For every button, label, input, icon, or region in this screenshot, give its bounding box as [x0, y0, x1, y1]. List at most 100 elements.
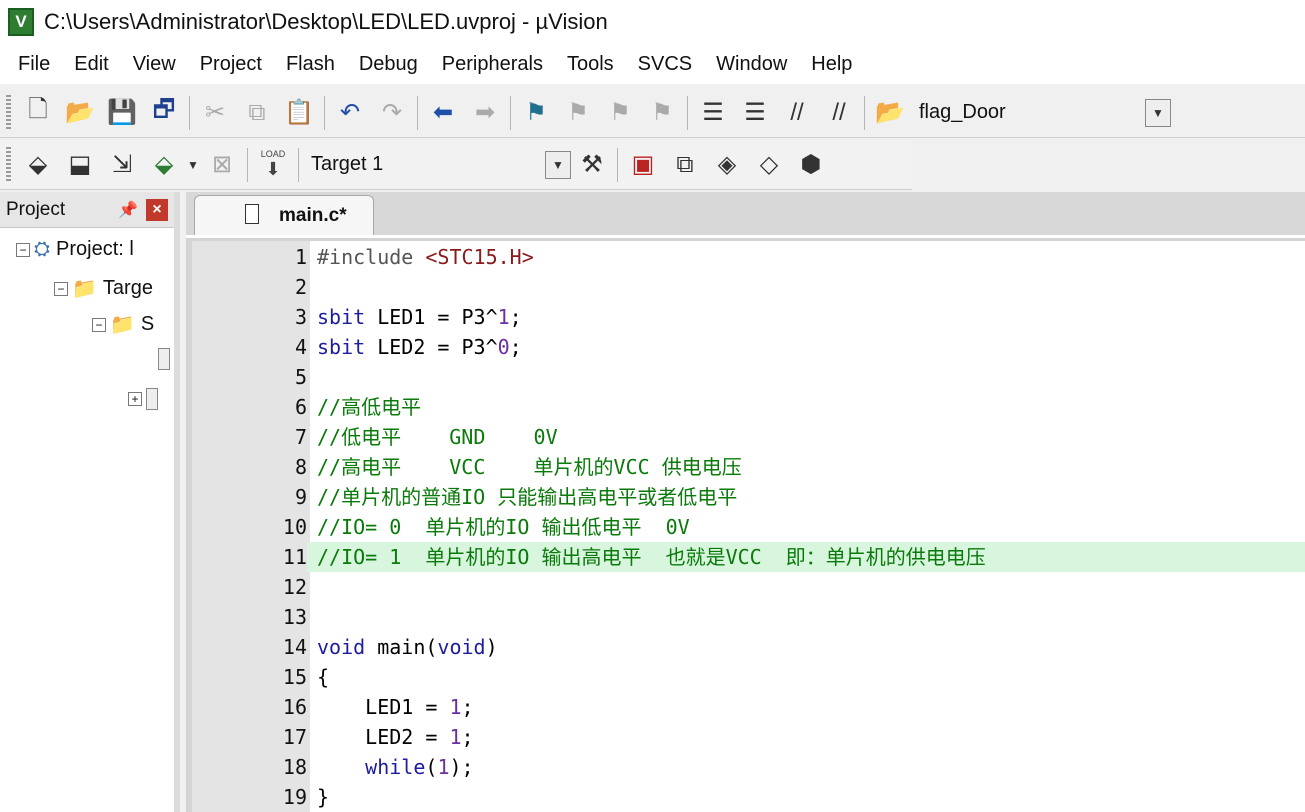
find-combo-dropdown-icon[interactable]: ▼ [1145, 98, 1171, 127]
line-number: 11 [192, 542, 307, 572]
redo-icon[interactable]: ↷ [371, 92, 413, 134]
code-line[interactable]: 6 //高低电平 [192, 392, 1305, 422]
cut-icon[interactable]: ✂ [194, 92, 236, 134]
pack-installer-icon[interactable]: ◇ [748, 144, 790, 186]
run-time-environment-icon[interactable]: ⬢ [790, 144, 832, 186]
toolbar-separator [247, 147, 248, 182]
toolbar-grip[interactable] [6, 146, 11, 183]
manage-components-icon[interactable]: ⧉ [664, 144, 706, 186]
code-line[interactable]: 7 //低电平 GND 0V [192, 422, 1305, 452]
next-bookmark-icon[interactable]: ⚑ [599, 92, 641, 134]
tree-project-root[interactable]: − ⛭ Project: l [16, 238, 134, 261]
undo-icon[interactable]: ↶ [329, 92, 371, 134]
code-text: //高电平 VCC 单片机的VCC 供电电压 [317, 452, 742, 482]
menu-svcs[interactable]: SVCS [626, 53, 704, 76]
pin-icon[interactable]: 📌 [118, 200, 138, 220]
find-in-files-icon[interactable]: 📂 [869, 92, 911, 134]
code-editor[interactable]: 1 #include <STC15.H> 2 3 sbit LED1 = P3^1; 4 s… [192, 241, 1305, 812]
target-dropdown-icon[interactable]: ▼ [545, 150, 571, 179]
collapse-icon[interactable]: − [92, 317, 106, 332]
batch-build-icon[interactable]: ⬙ [143, 144, 185, 186]
tree-target[interactable]: − 📁 Targe [54, 276, 153, 301]
tree-file-2[interactable]: + [128, 388, 158, 410]
code-line[interactable]: 5 [192, 362, 1305, 392]
code-line[interactable]: 10 //IO= 0 单片机的IO 输出低电平 0V [192, 512, 1305, 542]
menu-project[interactable]: Project [188, 53, 274, 76]
build-toolbar: ⬙ ⬓ ⇲ ⬙ ▼ ⊠ LOAD ⬇ Target 1 ▼ ⚒ ▣ ⧉ ◈ ◇ ⬢ [0, 140, 912, 190]
menu-file[interactable]: File [6, 53, 62, 76]
code-line[interactable]: 11 //IO= 1 单片机的IO 输出高电平 也就是VCC 即：单片机的供电电压 [192, 542, 1305, 572]
menu-tools[interactable]: Tools [555, 53, 626, 76]
code-line[interactable]: 19} [192, 782, 1305, 812]
code-token: 0 [497, 335, 510, 359]
find-combo-value[interactable]: flag_Door [919, 101, 1145, 124]
menu-window[interactable]: Window [704, 53, 799, 76]
tree-label: S [140, 313, 155, 335]
code-text: //IO= 1 单片机的IO 输出高电平 也就是VCC 即：单片机的供电电压 [317, 542, 986, 572]
menu-view[interactable]: View [121, 53, 188, 76]
code-line[interactable]: 14 void main(void) [192, 632, 1305, 662]
menu-edit[interactable]: Edit [62, 53, 120, 76]
prev-bookmark-icon[interactable]: ⚑ [557, 92, 599, 134]
clear-bookmarks-icon[interactable]: ⚑ [641, 92, 683, 134]
code-line[interactable]: 12 [192, 572, 1305, 602]
collapse-icon[interactable]: − [54, 281, 68, 296]
line-number: 2 [192, 272, 307, 302]
paste-icon[interactable]: 📋 [278, 92, 320, 134]
close-panel-icon[interactable]: × [146, 198, 168, 221]
code-line[interactable]: 1 #include <STC15.H> [192, 242, 1305, 272]
rebuild-icon[interactable]: ⇲ [101, 144, 143, 186]
navigate-forward-icon[interactable]: ➡ [464, 92, 506, 134]
code-token: 1 [437, 755, 450, 779]
tree-source-group[interactable]: − 📁 S [92, 312, 154, 337]
file-extensions-icon[interactable]: ▣ [622, 144, 664, 186]
indent-icon[interactable]: ☰ [692, 92, 734, 134]
code-line[interactable]: 16 LED1 = 1; [192, 692, 1305, 722]
expand-icon[interactable]: + [128, 392, 142, 406]
unindent-icon[interactable]: ☰ [734, 92, 776, 134]
code-line[interactable]: 15 { [192, 662, 1305, 692]
target-select-value[interactable]: Target 1 [311, 153, 545, 176]
translate-icon[interactable]: ⬙ [17, 144, 59, 186]
menu-help[interactable]: Help [799, 53, 864, 76]
line-number: 7 [192, 422, 307, 452]
code-text: //IO= 0 单片机的IO 输出低电平 0V [317, 512, 690, 542]
menu-peripherals[interactable]: Peripherals [430, 53, 555, 76]
uncomment-icon[interactable]: // [818, 92, 860, 134]
batch-dropdown-icon[interactable]: ▼ [185, 144, 201, 186]
code-token: ; [509, 335, 522, 359]
tree-file-1[interactable] [158, 348, 170, 370]
code-line[interactable]: 9 //单片机的普通IO 只能输出高电平或者低电平 [192, 482, 1305, 512]
new-file-icon[interactable]: 🗋 [17, 92, 59, 134]
toolbar-separator [617, 147, 618, 182]
collapse-icon[interactable]: − [16, 242, 30, 257]
menu-debug[interactable]: Debug [347, 53, 430, 76]
code-token: } [317, 785, 330, 809]
select-packs-icon[interactable]: ◈ [706, 144, 748, 186]
code-line[interactable]: 2 [192, 272, 1305, 302]
code-line[interactable]: 3 sbit LED1 = P3^1; [192, 302, 1305, 332]
navigate-back-icon[interactable]: ⬅ [422, 92, 464, 134]
code-line[interactable]: 8 //高电平 VCC 单片机的VCC 供电电压 [192, 452, 1305, 482]
code-line[interactable]: 18 while(1); [192, 752, 1305, 782]
build-icon[interactable]: ⬓ [59, 144, 101, 186]
toolbar-grip[interactable] [6, 94, 11, 131]
window-title: C:\Users\Administrator\Desktop\LED\LED.u… [44, 9, 608, 34]
open-folder-icon[interactable]: 📂 [59, 92, 101, 134]
download-load-icon[interactable]: LOAD ⬇ [252, 144, 294, 186]
comment-icon[interactable]: // [776, 92, 818, 134]
copy-icon[interactable]: ⧉ [236, 92, 278, 134]
line-number: 17 [192, 722, 307, 752]
bookmark-icon[interactable]: ⚑ [515, 92, 557, 134]
tab-main-c[interactable]: main.c* [194, 195, 374, 235]
stop-build-icon[interactable]: ⊠ [201, 144, 243, 186]
load-label: LOAD [260, 149, 286, 159]
menu-flash[interactable]: Flash [274, 53, 347, 76]
code-line[interactable]: 13 [192, 602, 1305, 632]
code-line[interactable]: 4 sbit LED2 = P3^0; [192, 332, 1305, 362]
save-icon[interactable]: 💾 [101, 92, 143, 134]
save-all-icon[interactable]: 🗗 [143, 92, 185, 134]
code-line[interactable]: 17 LED2 = 1; [192, 722, 1305, 752]
target-options-icon[interactable]: ⚒ [571, 144, 613, 186]
code-text: LED1 = 1; [317, 692, 473, 722]
